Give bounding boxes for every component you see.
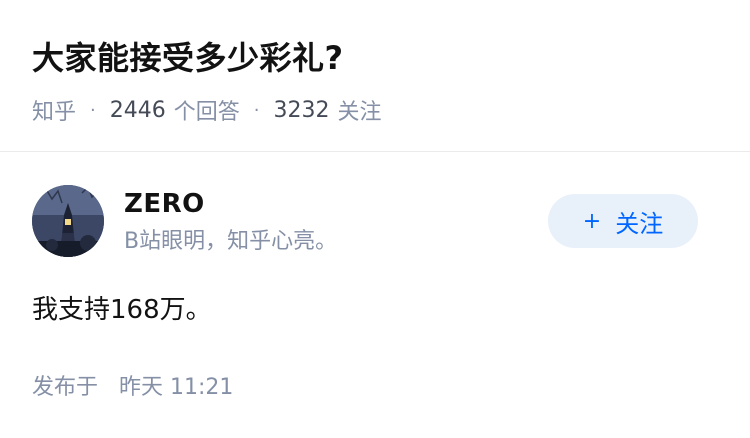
author-name[interactable]: ZERO (124, 186, 205, 222)
avatar-night-tower-photo-icon (32, 185, 104, 257)
answer-timestamp: 发布于 昨天 11:21 (32, 372, 233, 404)
avatar[interactable] (32, 185, 104, 257)
answer-card: ZERO B站眼明，知乎心亮。 + 关注 我支持168万。 发布于 昨天 11:… (0, 152, 750, 438)
plus-icon: + (582, 208, 602, 234)
follow-button[interactable]: + 关注 (548, 194, 698, 248)
answer-count-label: 个回答 (173, 100, 240, 125)
follower-count: 3232 (273, 97, 330, 123)
published-label: 发布于 (32, 375, 99, 400)
question-header: 大家能接受多少彩礼? 知乎 · 2446 个回答 · 3232 关注 (0, 0, 750, 152)
meta-separator: · (90, 99, 96, 121)
follow-button-label: 关注 (615, 209, 664, 238)
meta-separator: · (253, 99, 260, 121)
published-time: 昨天 11:21 (119, 375, 234, 400)
answer-content[interactable]: 我支持168万。 (32, 292, 212, 328)
question-meta: 知乎 · 2446 个回答 · 3232 关注 (32, 94, 382, 126)
answer-count: 2446 (109, 97, 166, 123)
follower-count-label: 关注 (337, 100, 382, 125)
question-title[interactable]: 大家能接受多少彩礼? (32, 36, 344, 80)
source-label[interactable]: 知乎 (32, 94, 76, 126)
author-bio: B站眼明，知乎心亮。 (124, 229, 338, 254)
